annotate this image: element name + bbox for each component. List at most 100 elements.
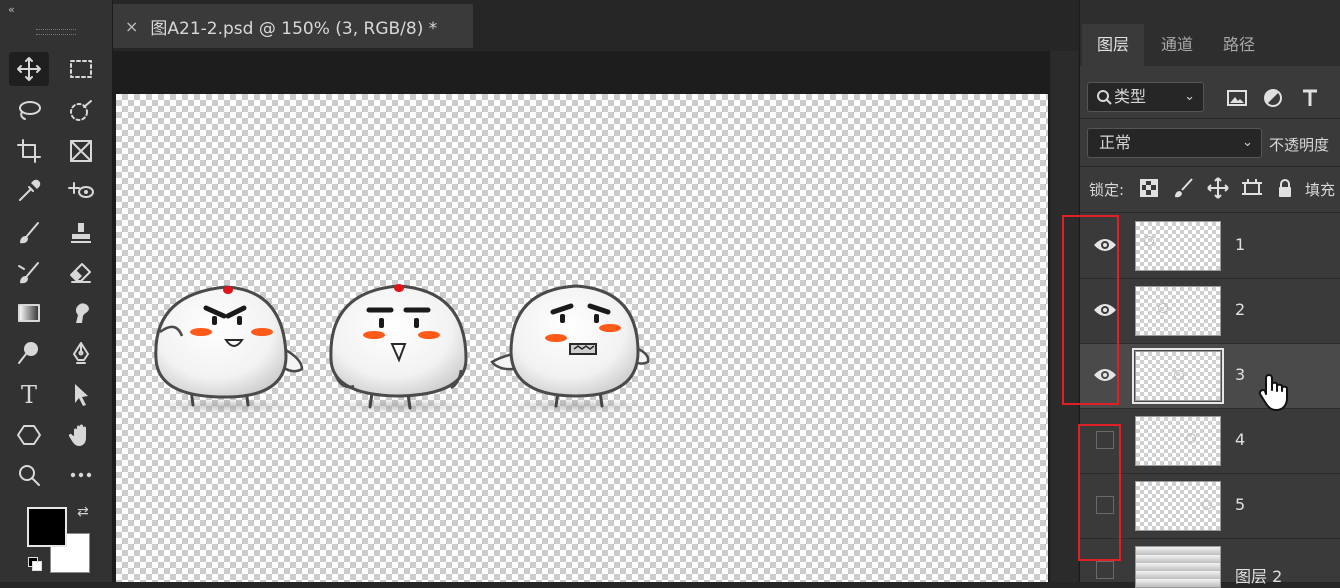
type-filter-icon[interactable] xyxy=(1298,86,1322,110)
fill-label: 填充 xyxy=(1305,181,1336,199)
tab-layers[interactable]: 图层 xyxy=(1082,24,1144,66)
layer-thumbnail xyxy=(1135,221,1221,271)
filter-label: 类型 xyxy=(1114,87,1147,106)
gradient-icon xyxy=(18,304,40,322)
move-tool[interactable] xyxy=(9,52,49,86)
artwork xyxy=(151,284,650,414)
pen-icon xyxy=(73,342,89,364)
layer-name[interactable]: 4 xyxy=(1235,430,1245,449)
zoom-tool[interactable] xyxy=(9,458,49,492)
panel-grip[interactable] xyxy=(36,29,76,35)
history-brush-tool[interactable] xyxy=(9,256,49,290)
type-icon: T xyxy=(20,381,37,409)
close-tab-icon[interactable]: × xyxy=(125,17,138,36)
collapse-panel-button[interactable]: ‹‹ xyxy=(8,3,15,16)
arrow-cursor-icon xyxy=(75,384,88,406)
divider xyxy=(1080,166,1340,167)
default-colors-icon[interactable] xyxy=(28,557,42,571)
layer-name[interactable]: 2 xyxy=(1235,300,1245,319)
more-icon xyxy=(70,472,92,478)
crop-tool[interactable] xyxy=(9,134,49,168)
lock-image-pixels-icon[interactable] xyxy=(1172,176,1196,200)
history-brush-icon xyxy=(18,262,39,284)
eraser-icon xyxy=(70,263,91,283)
hand-tool[interactable] xyxy=(61,418,101,452)
panel-tabs: 图层 通道 路径 xyxy=(1080,24,1340,66)
rectangular-marquee-tool[interactable] xyxy=(61,52,101,86)
document-tab-bar: × 图A21-2.psd @ 150% (3, RGB/8) * xyxy=(113,0,1078,51)
blend-mode-value: 正常 xyxy=(1099,133,1132,152)
marquee-icon xyxy=(70,60,92,78)
tab-paths[interactable]: 路径 xyxy=(1208,24,1270,66)
layer-name[interactable]: 图层 2 xyxy=(1235,563,1282,587)
tools-panel: ‹‹ T ⇄ xyxy=(0,0,113,582)
layers-panel: 图层 通道 路径 类型 ⌄ 正常 ⌄ 不透明度 锁定: 填充 1 2 3 4 5… xyxy=(1062,0,1340,588)
layer-filter-select[interactable]: 类型 ⌄ xyxy=(1087,82,1204,112)
dodge-tool[interactable] xyxy=(9,336,49,370)
lasso-icon xyxy=(19,101,41,120)
document-tab-title: 图A21-2.psd @ 150% (3, RGB/8) * xyxy=(150,18,438,39)
image-filter-icon[interactable] xyxy=(1225,86,1249,110)
divider xyxy=(1080,118,1340,119)
opacity-label: 不透明度 xyxy=(1269,136,1330,154)
quick-selection-tool[interactable] xyxy=(61,94,101,128)
foreground-color-swatch[interactable] xyxy=(27,507,67,547)
hidden-box-icon xyxy=(1096,561,1114,579)
lock-all-icon[interactable] xyxy=(1273,176,1297,200)
canvas[interactable] xyxy=(116,94,1048,582)
tab-channels[interactable]: 通道 xyxy=(1146,24,1208,66)
lasso-tool[interactable] xyxy=(9,94,49,128)
shape-tool[interactable] xyxy=(9,418,49,452)
edit-toolbar-button[interactable] xyxy=(61,458,101,492)
bun-character-3 xyxy=(490,284,650,414)
chevron-down-icon: ⌄ xyxy=(1242,135,1253,150)
search-icon xyxy=(1096,83,1112,120)
adjustment-filter-icon[interactable] xyxy=(1261,86,1285,110)
layer-thumbnail xyxy=(1135,416,1221,466)
annotation-box-hidden xyxy=(1078,424,1121,561)
move-icon xyxy=(17,57,41,81)
gradient-tool[interactable] xyxy=(9,296,49,330)
document-tab[interactable]: × 图A21-2.psd @ 150% (3, RGB/8) * xyxy=(113,4,473,48)
eyedropper-icon xyxy=(19,179,41,201)
swap-colors-icon[interactable]: ⇄ xyxy=(77,504,89,520)
color-sampler-icon xyxy=(68,182,94,198)
brush-icon xyxy=(20,222,39,244)
magnifier-icon xyxy=(19,465,40,486)
blend-mode-select[interactable]: 正常 ⌄ xyxy=(1087,128,1262,158)
frame-tool[interactable] xyxy=(61,134,101,168)
chevron-down-icon: ⌄ xyxy=(1184,89,1195,104)
crop-icon xyxy=(17,139,41,163)
layer-name[interactable]: 1 xyxy=(1235,235,1245,254)
clone-stamp-tool[interactable] xyxy=(61,216,101,250)
layer-row-1[interactable]: 1 xyxy=(1080,214,1340,279)
bun-character-1 xyxy=(151,285,304,414)
hexagon-icon xyxy=(17,425,41,445)
smudge-tool[interactable] xyxy=(61,296,101,330)
layer-row-3[interactable]: 3 xyxy=(1080,344,1340,409)
type-tool[interactable]: T xyxy=(9,378,49,412)
eraser-tool[interactable] xyxy=(61,256,101,290)
dodge-icon xyxy=(18,342,38,364)
brush-tool[interactable] xyxy=(9,216,49,250)
panel-header xyxy=(1080,0,1340,24)
path-selection-tool[interactable] xyxy=(61,378,101,412)
stamp-icon xyxy=(71,223,91,243)
pen-tool[interactable] xyxy=(61,336,101,370)
eyedropper-tool[interactable] xyxy=(9,174,49,208)
quick-selection-icon xyxy=(70,100,92,121)
layer-name[interactable]: 3 xyxy=(1235,365,1245,384)
bun-character-2 xyxy=(329,284,471,414)
lock-transparent-pixels-icon[interactable] xyxy=(1137,176,1161,200)
divider xyxy=(1080,212,1340,213)
lock-artboard-icon[interactable] xyxy=(1240,176,1264,200)
lock-label: 锁定: xyxy=(1089,181,1125,199)
hand-icon xyxy=(68,424,86,446)
layer-name[interactable]: 5 xyxy=(1235,495,1245,514)
frame-icon xyxy=(70,140,92,162)
hand-pointer-icon xyxy=(1256,372,1290,416)
lock-position-icon[interactable] xyxy=(1206,176,1230,200)
color-sampler-tool[interactable] xyxy=(61,174,101,208)
layer-thumbnail xyxy=(1135,481,1221,531)
layer-row-2[interactable]: 2 xyxy=(1080,279,1340,344)
